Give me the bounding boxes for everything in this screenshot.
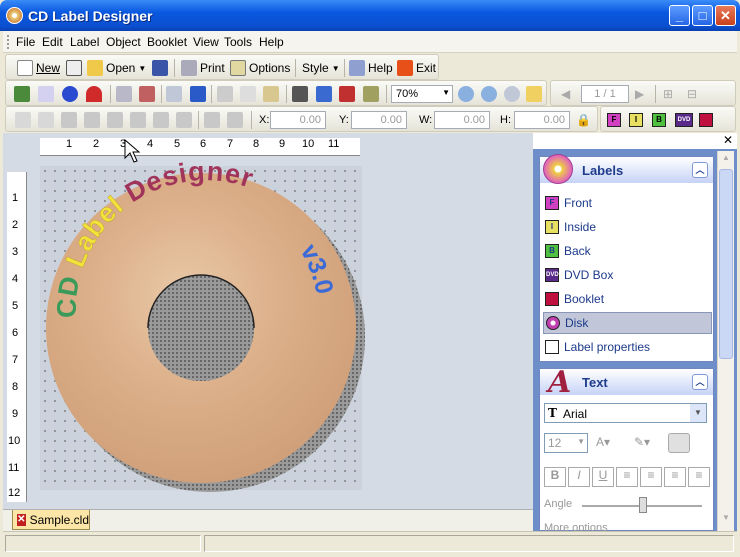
angle-label: Angle bbox=[544, 498, 573, 510]
labels-item-back[interactable]: B Back bbox=[543, 240, 712, 262]
dropdown-icon[interactable]: ▼ bbox=[690, 404, 706, 422]
text-style-icon: A bbox=[548, 365, 572, 400]
italic-button[interactable]: I bbox=[568, 467, 590, 487]
highlight-color-icon[interactable]: ✎▾ bbox=[634, 435, 650, 449]
underline-button[interactable]: U bbox=[592, 467, 614, 487]
collapse-icon[interactable]: ︿ bbox=[692, 374, 708, 390]
labels-card-header[interactable]: Labels ︿ bbox=[540, 154, 713, 184]
text-card: A Text ︿ T Arial ▼ 12 ▼ A▾ ✎▾ B I U ≡ ≡ ≡… bbox=[539, 365, 714, 534]
mouse-cursor-icon bbox=[124, 138, 141, 163]
labels-item-disk[interactable]: Disk bbox=[543, 312, 712, 334]
task-pane-header: ✕ bbox=[533, 133, 737, 149]
collapse-icon[interactable]: ︿ bbox=[692, 162, 708, 178]
status-bar bbox=[3, 531, 737, 554]
document-tab-bar: ✕ Sample.cld bbox=[3, 509, 533, 531]
close-tab-icon[interactable]: ✕ bbox=[17, 513, 26, 526]
angle-slider-thumb[interactable] bbox=[639, 497, 647, 513]
inside-icon: I bbox=[545, 220, 559, 234]
dvd-icon: DVD bbox=[545, 268, 559, 282]
labels-item-properties[interactable]: Label properties bbox=[543, 336, 712, 358]
disk-icon bbox=[546, 316, 560, 330]
bold-button[interactable]: B bbox=[544, 467, 566, 487]
document-tab[interactable]: ✕ Sample.cld bbox=[12, 510, 90, 530]
front-icon: F bbox=[545, 196, 559, 210]
labels-item-inside[interactable]: I Inside bbox=[543, 216, 712, 238]
task-pane-scrollbar[interactable]: ▲ ▼ bbox=[717, 151, 734, 531]
align-left-text-button[interactable]: ≡ bbox=[616, 467, 638, 487]
status-panel-1 bbox=[5, 535, 201, 552]
labels-item-front[interactable]: F Front bbox=[543, 192, 712, 214]
font-select[interactable]: T Arial ▼ bbox=[544, 403, 707, 423]
align-right-text-button[interactable]: ≡ bbox=[664, 467, 686, 487]
task-pane: ✕ Labels ︿ F Front I Inside B Back DVD DVD B… bbox=[533, 133, 737, 534]
labels-item-dvd-box[interactable]: DVD DVD Box bbox=[543, 264, 712, 286]
labels-card: Labels ︿ F Front I Inside B Back DVD DVD Box… bbox=[539, 154, 714, 362]
scroll-up-icon[interactable]: ▲ bbox=[719, 153, 733, 167]
labels-card-title: Labels bbox=[582, 163, 624, 178]
text-effect-button[interactable] bbox=[668, 433, 690, 453]
properties-icon bbox=[545, 340, 559, 354]
document-tab-label: Sample.cld bbox=[29, 512, 89, 527]
text-card-header[interactable]: A Text ︿ bbox=[540, 365, 713, 400]
text-card-title: Text bbox=[582, 375, 608, 390]
cd-icon bbox=[543, 154, 573, 184]
text-color-icon[interactable]: A▾ bbox=[596, 435, 610, 449]
status-panel-2 bbox=[204, 535, 734, 552]
scroll-down-icon[interactable]: ▼ bbox=[719, 513, 733, 527]
justify-text-button[interactable]: ≡ bbox=[688, 467, 710, 487]
font-type-icon: T bbox=[548, 406, 557, 420]
back-icon: B bbox=[545, 244, 559, 258]
booklet-icon bbox=[545, 292, 559, 306]
labels-item-booklet[interactable]: Booklet bbox=[543, 288, 712, 310]
scroll-thumb[interactable] bbox=[719, 169, 733, 359]
text-format-buttons: B I U ≡ ≡ ≡ ≡ bbox=[544, 467, 710, 487]
font-name: Arial bbox=[563, 407, 588, 421]
font-size-select[interactable]: 12 ▼ bbox=[544, 433, 588, 453]
align-center-text-button[interactable]: ≡ bbox=[640, 467, 662, 487]
close-pane-icon[interactable]: ✕ bbox=[723, 133, 733, 147]
